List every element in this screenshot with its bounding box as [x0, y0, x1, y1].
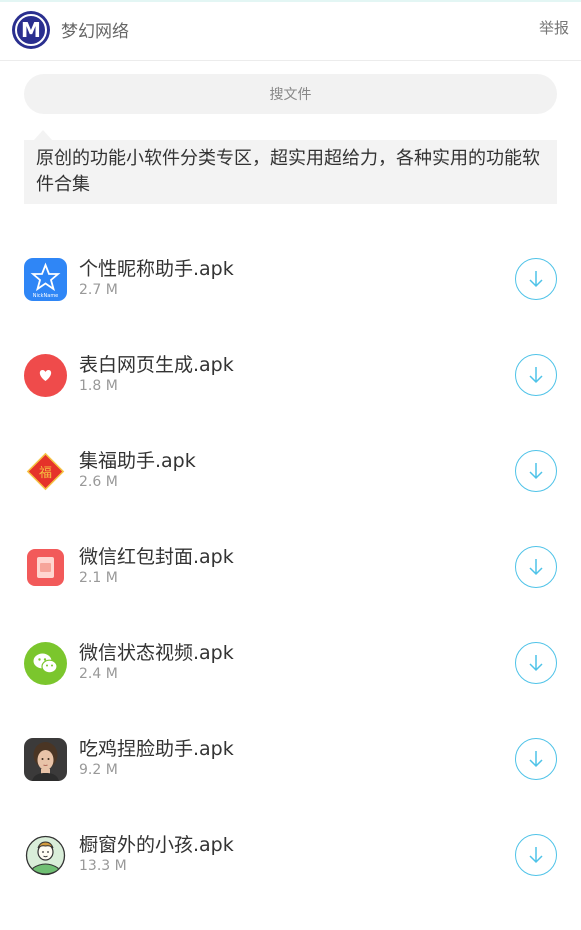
svg-text:福: 福	[39, 466, 52, 481]
site-name: 梦幻网络	[61, 22, 129, 42]
download-arrow-icon	[529, 271, 543, 288]
list-item[interactable]: 微信红包封面.apk 2.1 M	[0, 520, 581, 616]
download-button[interactable]	[515, 450, 557, 492]
file-size: 9.2 M	[79, 762, 118, 778]
child-icon	[24, 834, 67, 877]
download-button[interactable]	[515, 642, 557, 684]
category-description: 原创的功能小软件分类专区，超实用超给力，各种实用的功能软件合集	[24, 140, 557, 204]
file-list: NickName 个性昵称助手.apk 2.7 M 表白网页生成.apk 1.8…	[0, 232, 581, 904]
face-avatar-icon	[24, 738, 67, 781]
list-item[interactable]: 表白网页生成.apk 1.8 M	[0, 328, 581, 424]
search-files-button[interactable]: 搜文件	[24, 74, 557, 114]
file-size: 2.1 M	[79, 570, 118, 586]
download-arrow-icon	[529, 463, 543, 480]
download-button[interactable]	[515, 258, 557, 300]
list-item[interactable]: 橱窗外的小孩.apk 13.3 M	[0, 808, 581, 904]
download-arrow-icon	[529, 847, 543, 864]
list-item[interactable]: 微信状态视频.apk 2.4 M	[0, 616, 581, 712]
file-size: 2.6 M	[79, 474, 118, 490]
list-item[interactable]: NickName 个性昵称助手.apk 2.7 M	[0, 232, 581, 328]
download-button[interactable]	[515, 354, 557, 396]
file-name: 橱窗外的小孩.apk	[79, 834, 234, 856]
file-size: 2.4 M	[79, 666, 118, 682]
download-arrow-icon	[529, 559, 543, 576]
logo-letter: M	[21, 18, 41, 42]
file-name: 个性昵称助手.apk	[79, 258, 234, 280]
svg-text:NickName: NickName	[33, 293, 59, 299]
fu-icon: 福	[24, 450, 67, 493]
wechat-icon	[24, 642, 67, 685]
file-name: 微信红包封面.apk	[79, 546, 234, 568]
heart-icon	[24, 354, 67, 397]
list-item[interactable]: 吃鸡捏脸助手.apk 9.2 M	[0, 712, 581, 808]
download-button[interactable]	[515, 738, 557, 780]
file-name: 吃鸡捏脸助手.apk	[79, 738, 234, 760]
site-logo[interactable]: M	[12, 11, 50, 49]
download-button[interactable]	[515, 546, 557, 588]
report-link[interactable]: 举报	[539, 17, 569, 38]
file-size: 13.3 M	[79, 858, 127, 874]
download-button[interactable]	[515, 834, 557, 876]
download-arrow-icon	[529, 367, 543, 384]
red-envelope-icon	[24, 546, 67, 589]
file-name: 微信状态视频.apk	[79, 642, 234, 664]
file-name: 表白网页生成.apk	[79, 354, 234, 376]
file-name: 集福助手.apk	[79, 450, 196, 472]
download-arrow-icon	[529, 655, 543, 672]
header: M 梦幻网络 举报	[0, 2, 581, 61]
list-item[interactable]: 福 集福助手.apk 2.6 M	[0, 424, 581, 520]
description-bubble-arrow	[34, 130, 52, 140]
download-arrow-icon	[529, 751, 543, 768]
nickname-icon: NickName	[24, 258, 67, 301]
file-size: 1.8 M	[79, 378, 118, 394]
file-size: 2.7 M	[79, 282, 118, 298]
